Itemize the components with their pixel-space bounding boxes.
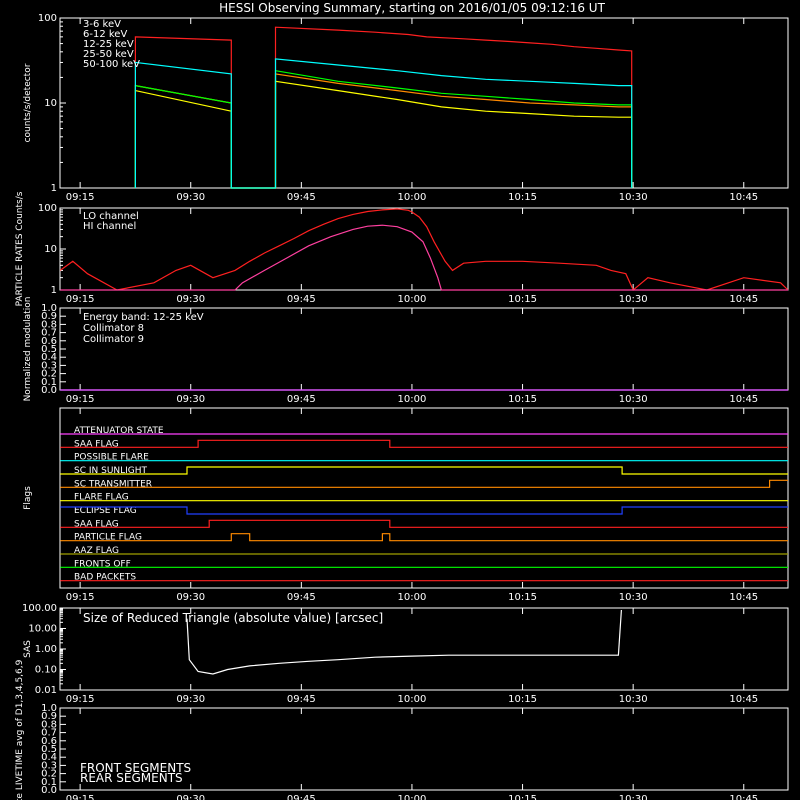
panel-frame [59,407,789,589]
y-tick-label: 1.0 [41,303,57,314]
y-axis-label: counts/s/detector [23,63,33,142]
x-tick-label: 09:15 [66,394,95,405]
x-tick-label: 10:00 [398,394,427,405]
x-tick-label: 09:15 [66,794,95,800]
y-axis-label: Mon. Rate LIVETIME avg of D1,3,4,5,6,9 [15,659,25,800]
y-axis-label: Flags [23,486,33,510]
x-tick-label: 10:15 [508,694,537,705]
x-tick-label: 10:00 [398,592,427,603]
x-tick-label: 09:45 [287,192,316,203]
x-tick-label: 10:15 [508,394,537,405]
legend-entry: HI channel [83,221,136,232]
series-line-25-50-kev [134,69,633,189]
x-tick-label: 10:30 [619,592,648,603]
series-line-50-100-kev [134,58,633,189]
legend-entry: Collimator 9 [83,334,144,345]
x-tick-label: 10:00 [398,694,427,705]
flag-line [60,506,788,515]
x-tick-label: 10:45 [729,592,758,603]
flag-line [60,439,788,448]
x-tick-label: 10:15 [508,294,537,305]
x-tick-label: 10:00 [398,294,427,305]
x-tick-label: 09:30 [176,592,205,603]
y-tick-label: 1.00 [35,644,57,655]
x-tick-label: 10:00 [398,794,427,800]
x-tick-label: 09:30 [176,694,205,705]
x-tick-label: 10:45 [729,394,758,405]
y-axis-label: PARTICLE RATES Counts/s [15,191,25,306]
y-axis-label: SAS [23,640,33,658]
y-tick-label: 1.0 [41,703,57,714]
x-tick-label: 09:30 [176,794,205,800]
flag-line [60,519,788,528]
x-tick-label: 10:30 [619,694,648,705]
series-line-hi-channel [60,224,788,291]
series-line-lo-channel [59,208,789,291]
x-tick-label: 09:15 [66,294,95,305]
x-tick-label: 09:45 [287,694,316,705]
series-line-12-25-kev [134,80,633,189]
x-tick-label: 09:45 [287,294,316,305]
x-tick-label: 10:00 [398,192,427,203]
y-tick-label: 100 [38,203,57,214]
panel-frame [59,17,789,189]
y-tick-label: 0.10 [35,665,57,676]
x-tick-label: 10:30 [619,192,648,203]
x-tick-label: 10:15 [508,192,537,203]
flag-line [60,479,788,488]
legend-entry: Collimator 8 [83,323,144,334]
series-line-6-12-kev [134,73,633,189]
x-tick-label: 09:45 [287,794,316,800]
x-tick-label: 09:15 [66,592,95,603]
legend-entry: REAR SEGMENTS [80,771,183,785]
y-tick-label: 10 [44,244,57,255]
y-tick-label: 10 [44,98,57,109]
figure-title: HESSI Observing Summary, starting on 201… [219,1,605,15]
x-tick-label: 10:30 [619,294,648,305]
x-tick-label: 09:45 [287,394,316,405]
series-line-3-6-kev [134,26,633,189]
x-tick-label: 09:30 [176,294,205,305]
x-tick-label: 09:30 [176,192,205,203]
y-tick-label: 10.00 [28,624,57,635]
y-tick-label: 1 [51,183,57,194]
x-tick-label: 10:30 [619,794,648,800]
y-tick-label: 100 [38,13,57,24]
flag-line [60,466,788,475]
legend-entry: 50-100 keV [83,59,140,70]
y-tick-label: 0.01 [35,685,57,696]
x-tick-label: 09:45 [287,592,316,603]
x-tick-label: 09:15 [66,694,95,705]
hessi-summary-figure: HESSI Observing Summary, starting on 201… [15,1,789,800]
annotation: Size of Reduced Triangle (absolute value… [83,611,383,625]
x-tick-label: 10:15 [508,592,537,603]
y-tick-label: 100.00 [22,603,57,614]
x-tick-label: 10:15 [508,794,537,800]
x-tick-label: 09:15 [66,192,95,203]
x-tick-label: 09:30 [176,394,205,405]
x-tick-label: 10:45 [729,192,758,203]
x-tick-label: 10:45 [729,794,758,800]
x-tick-label: 10:30 [619,394,648,405]
y-axis-label: Normalized modulation [23,297,33,402]
x-tick-label: 10:45 [729,694,758,705]
x-tick-label: 10:45 [729,294,758,305]
flag-line [60,533,788,542]
y-tick-label: 1 [51,285,57,296]
panel-frame [59,207,789,291]
legend-entry: Energy band: 12-25 keV [83,312,204,323]
